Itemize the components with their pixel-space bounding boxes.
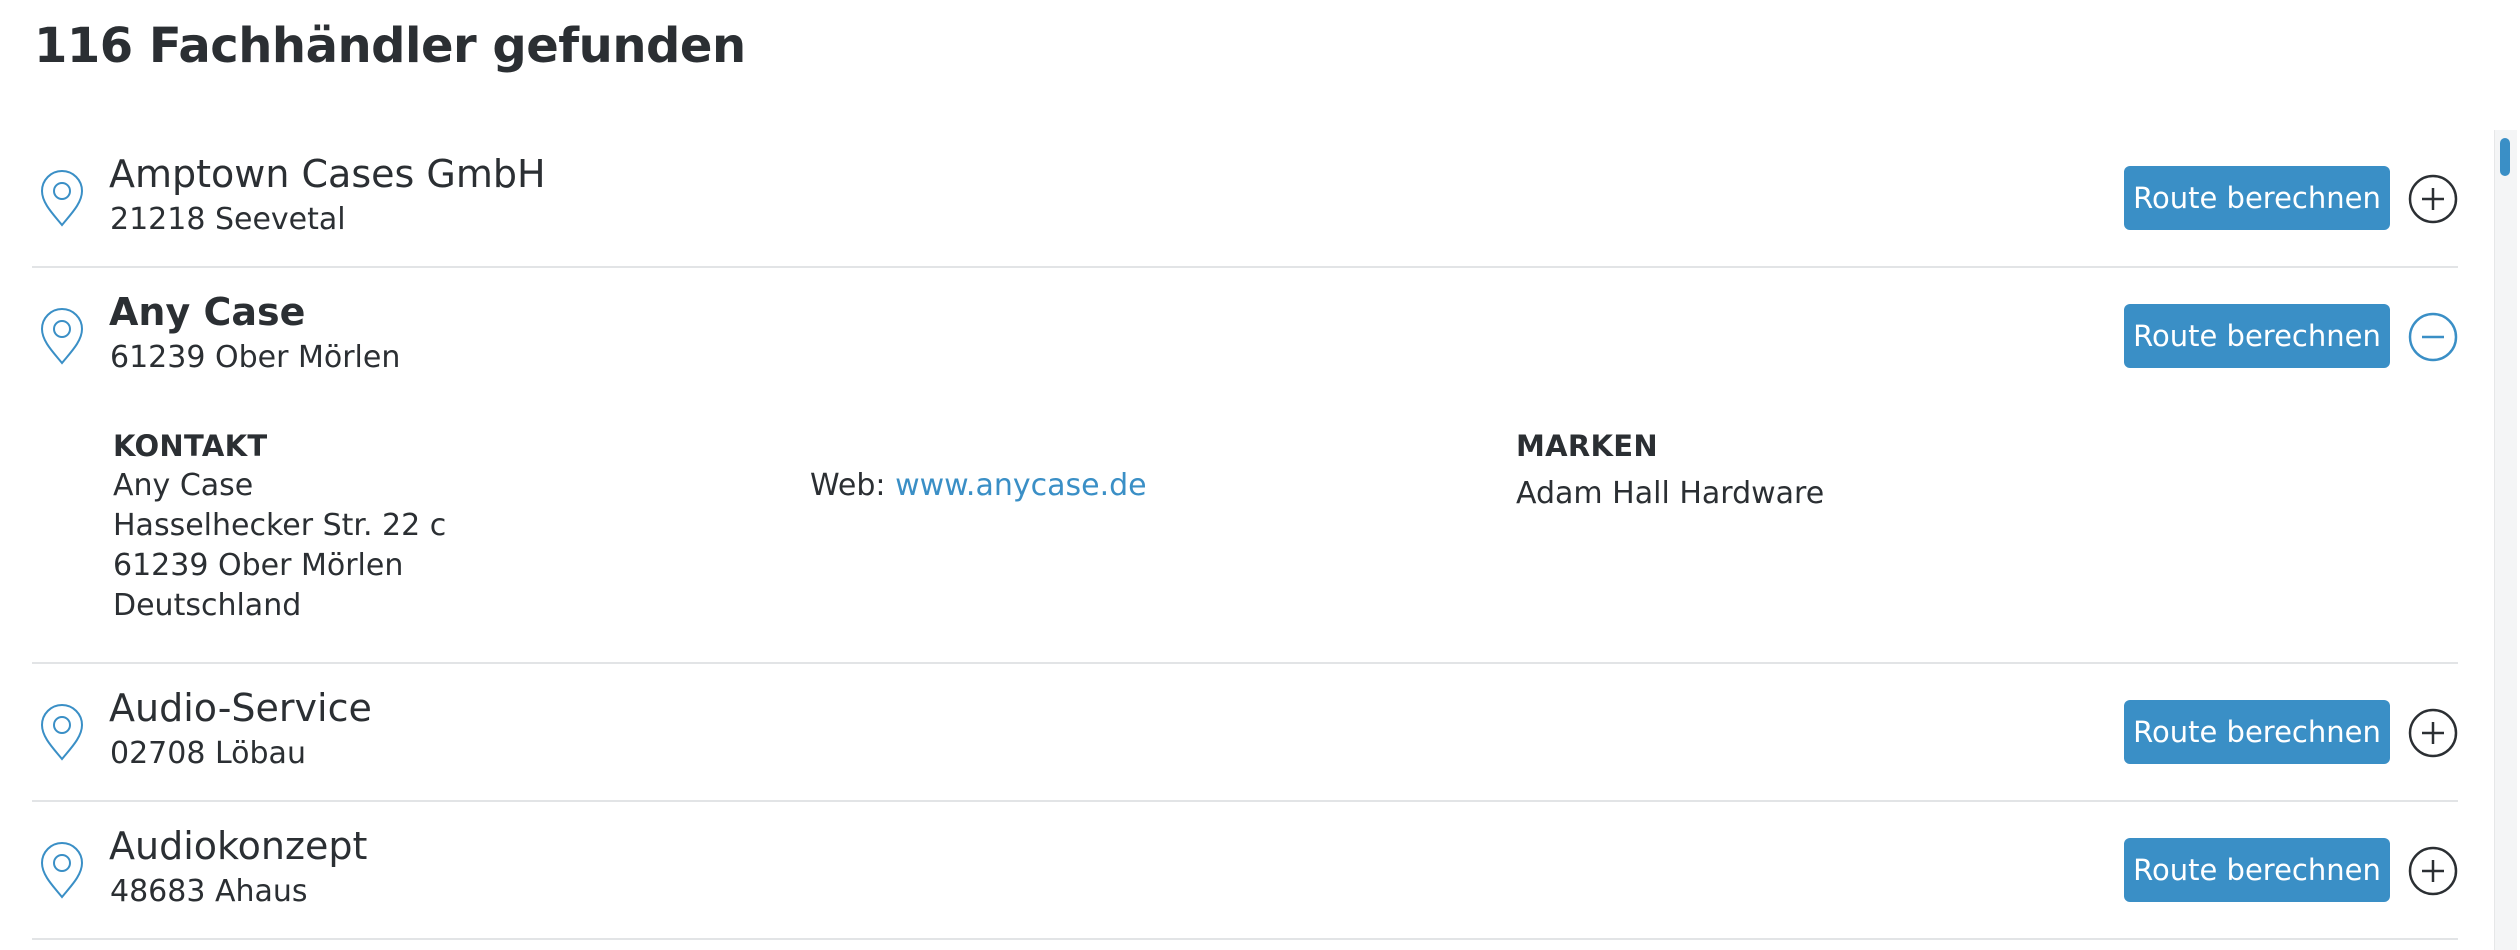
map-pin-icon [40, 170, 84, 227]
route-button[interactable]: Route berechnen [2124, 304, 2390, 368]
dealer-header[interactable]: Amptown Cases GmbH 21218 Seevetal Route … [32, 130, 2458, 266]
map-pin-icon [40, 704, 84, 761]
dealer-city: 61239 Ober Mörlen [110, 340, 401, 375]
map-pin-icon [40, 842, 84, 899]
dealer-header[interactable]: Audiokonzept 48683 Ahaus Route berechnen [32, 802, 2458, 938]
scrollbar-thumb[interactable] [2500, 138, 2510, 176]
plus-circle-icon[interactable] [2408, 174, 2458, 224]
route-button[interactable]: Route berechnen [2124, 700, 2390, 764]
route-button[interactable]: Route berechnen [2124, 166, 2390, 230]
dealer-city: 48683 Ahaus [110, 874, 308, 909]
dealer-details: KONTAKT Any Case Hasselhecker Str. 22 c … [32, 404, 2458, 662]
web-label: Web: [810, 468, 886, 503]
contact-section: KONTAKT Any Case Hasselhecker Str. 22 c … [113, 426, 446, 626]
dealer-header[interactable]: Audio-Service 02708 Löbau Route berechne… [32, 664, 2458, 800]
dealer-name: Any Case [109, 290, 306, 334]
plus-circle-icon[interactable] [2408, 708, 2458, 758]
contact-company: Any Case [113, 468, 254, 503]
dealer-item: Any Case 61239 Ober Mörlen Route berechn… [32, 268, 2458, 664]
dealer-header[interactable]: Any Case 61239 Ober Mörlen Route berechn… [32, 268, 2458, 404]
contact-street: Hasselhecker Str. 22 c [113, 508, 447, 543]
contact-heading: KONTAKT [113, 429, 268, 463]
page: 116 Fachhändler gefunden Amptown Cases G… [0, 0, 2520, 950]
route-button[interactable]: Route berechnen [2124, 838, 2390, 902]
brand-item: Adam Hall Hardware [1516, 476, 1825, 511]
plus-circle-icon[interactable] [2408, 846, 2458, 896]
contact-city: 61239 Ober Mörlen [113, 548, 404, 583]
dealer-name: Audiokonzept [109, 824, 368, 868]
map-pin-icon [40, 308, 84, 365]
dealer-list: Amptown Cases GmbH 21218 Seevetal Route … [32, 130, 2458, 940]
dealer-name: Audio-Service [109, 686, 372, 730]
dealer-item: Amptown Cases GmbH 21218 Seevetal Route … [32, 130, 2458, 268]
brands-section: MARKEN Adam Hall Hardware [1516, 426, 1824, 514]
scrollbar[interactable] [2494, 130, 2517, 950]
minus-circle-icon[interactable] [2408, 312, 2458, 362]
dealer-city: 02708 Löbau [110, 736, 306, 771]
page-title: 116 Fachhändler gefunden [34, 18, 746, 74]
contact-country: Deutschland [113, 588, 302, 623]
web-section: Web: www.anycase.de [810, 466, 1147, 506]
dealer-name: Amptown Cases GmbH [109, 152, 546, 196]
dealer-item: Audio-Service 02708 Löbau Route berechne… [32, 664, 2458, 802]
dealer-item: Audiokonzept 48683 Ahaus Route berechnen [32, 802, 2458, 940]
dealer-city: 21218 Seevetal [110, 202, 346, 237]
website-link[interactable]: www.anycase.de [895, 468, 1147, 503]
brands-heading: MARKEN [1516, 429, 1658, 463]
